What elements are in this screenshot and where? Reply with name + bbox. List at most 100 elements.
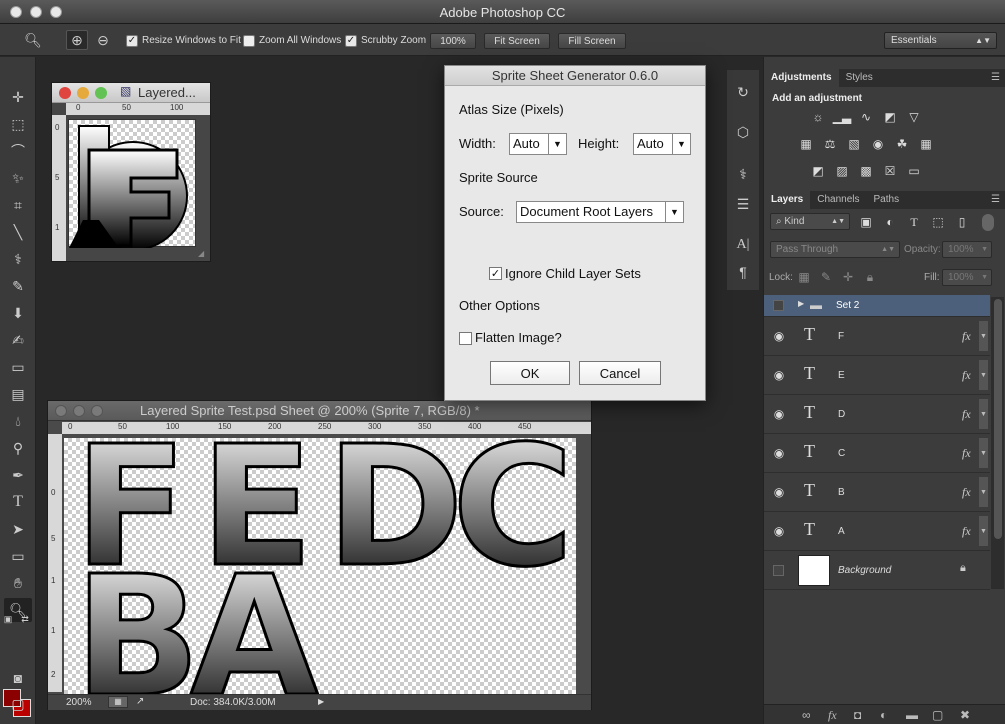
hand-tool-icon[interactable]: ✋︎ [4, 571, 32, 595]
posterize-icon[interactable]: ▨ [834, 164, 850, 178]
marquee-tool-icon[interactable]: ⬚ [4, 112, 32, 136]
layer-row[interactable]: ◉ T E fx ▼ [764, 356, 990, 395]
move-tool-icon[interactable]: ✛ [4, 85, 32, 109]
lock-all-icon[interactable]: 🔒︎ [862, 270, 878, 284]
add-mask-icon[interactable]: ◘ [854, 708, 861, 722]
resize-grip-icon[interactable]: ◢ [198, 249, 208, 259]
layer-effects-icon[interactable]: fx [962, 368, 971, 383]
flatten-image-checkbox[interactable] [459, 332, 472, 345]
history-panel-icon[interactable]: ↻ [731, 80, 755, 104]
selective-color-icon[interactable]: ☒ [882, 164, 898, 178]
link-layers-icon[interactable]: ∞ [802, 708, 811, 722]
new-adjustment-layer-icon[interactable]: ◐ [880, 708, 887, 722]
resize-windows-option[interactable]: ✓ Resize Windows to Fit [126, 32, 241, 49]
filter-smart-object-icon[interactable]: ▯ [954, 215, 970, 229]
background-layer-row[interactable]: Background 🔒︎ [764, 551, 990, 590]
share-icon[interactable]: ↗ [136, 696, 144, 707]
eye-icon[interactable]: ◉ [771, 446, 787, 460]
fit-screen-button[interactable]: Fit Screen [484, 33, 550, 49]
layer-effects-icon[interactable]: fx [962, 485, 971, 500]
cancel-button[interactable]: Cancel [579, 361, 661, 385]
tab-paths[interactable]: Paths [867, 191, 907, 209]
levels-icon[interactable]: ▁▃ [833, 110, 851, 124]
swap-colors-icon[interactable]: ⇄ [18, 613, 32, 625]
eye-icon[interactable]: ◉ [771, 368, 787, 382]
zoom-100-button[interactable]: 100% [430, 33, 476, 49]
default-colors-icon[interactable]: ▣ [2, 613, 14, 625]
small-doc-zoom-button[interactable] [95, 87, 107, 99]
color-lookup-icon[interactable]: ▦ [918, 137, 934, 151]
add-layer-style-icon[interactable]: fx [828, 708, 837, 723]
blend-mode-select[interactable]: Pass Through ▲▼ [770, 241, 900, 258]
source-select[interactable]: Document Root Layers ▼ [516, 201, 684, 223]
delete-layer-icon[interactable]: ✖ [960, 708, 970, 722]
filter-pixel-icon[interactable]: ▣ [858, 215, 874, 229]
healing-brush-tool-icon[interactable]: ⚕︎ [4, 247, 32, 271]
layers-scrollbar-thumb[interactable] [994, 299, 1002, 539]
exposure-icon[interactable]: ◩ [882, 110, 898, 124]
chevron-down-icon[interactable]: ▼ [979, 360, 988, 390]
tool-presets-icon[interactable]: ☰ [731, 192, 755, 216]
eye-icon[interactable]: ◉ [771, 407, 787, 421]
layer-effects-icon[interactable]: fx [962, 446, 971, 461]
brush-tool-icon[interactable]: ✎ [4, 274, 32, 298]
tab-adjustments[interactable]: Adjustments [764, 69, 839, 87]
small-doc-close-button[interactable] [59, 87, 71, 99]
layer-effects-icon[interactable]: fx [962, 407, 971, 422]
filter-adjustment-icon[interactable]: ◐ [882, 215, 898, 229]
type-tool-icon[interactable]: T [4, 490, 32, 514]
screen-mode-icon[interactable]: ▢ [4, 692, 32, 716]
photo-filter-icon[interactable]: ◉ [870, 137, 886, 151]
layer-effects-icon[interactable]: fx [962, 329, 971, 344]
crop-tool-icon[interactable]: ⌗ [4, 193, 32, 217]
chevron-down-icon[interactable]: ▼ [979, 399, 988, 429]
filter-toggle[interactable] [982, 214, 994, 231]
tab-channels[interactable]: Channels [810, 191, 866, 209]
eye-icon[interactable]: ◉ [771, 329, 787, 343]
new-layer-icon[interactable]: ▢ [932, 708, 943, 722]
pen-tool-icon[interactable]: ✒︎ [4, 463, 32, 487]
zoom-level[interactable]: 200% [66, 697, 92, 708]
black-white-icon[interactable]: ▧ [846, 137, 862, 151]
layer-effects-icon[interactable]: fx [962, 524, 971, 539]
lock-transparent-icon[interactable]: ▦ [796, 270, 812, 284]
main-doc-zoom-button[interactable] [91, 405, 103, 417]
width-select[interactable]: Auto ▼ [509, 133, 567, 155]
lasso-tool-icon[interactable]: ⌒ [4, 139, 32, 163]
filter-type-icon[interactable]: T [906, 215, 922, 229]
paragraph-panel-icon[interactable]: ¶ [731, 260, 755, 284]
small-doc-minimize-button[interactable] [77, 87, 89, 99]
main-doc-minimize-button[interactable] [73, 405, 85, 417]
visibility-toggle[interactable] [773, 300, 784, 311]
zoom-all-option[interactable]: Zoom All Windows [243, 32, 341, 49]
blur-tool-icon[interactable]: 💧︎ [4, 409, 32, 433]
chevron-down-icon[interactable]: ▼ [979, 516, 988, 546]
main-document-titlebar[interactable]: Layered Sprite Test.psd Sheet @ 200% (Sp… [48, 401, 591, 421]
sprite-sheet-canvas[interactable]: F E D C B A [64, 438, 576, 694]
visibility-toggle[interactable] [773, 565, 784, 576]
lock-image-icon[interactable]: ✎ [818, 270, 834, 284]
eraser-tool-icon[interactable]: ▭ [4, 355, 32, 379]
magic-wand-tool-icon[interactable]: ✨︎ [4, 166, 32, 190]
tab-styles[interactable]: Styles [839, 69, 880, 87]
fill-screen-button[interactable]: Fill Screen [558, 33, 626, 49]
history-brush-tool-icon[interactable]: ✍︎ [4, 328, 32, 352]
fill-field[interactable]: 100% ▼ [942, 269, 992, 286]
zoom-out-icon[interactable]: ⊖ [92, 30, 114, 50]
scrubby-zoom-option[interactable]: ✓ Scrubby Zoom [345, 32, 426, 49]
new-group-icon[interactable]: ▬ [906, 708, 918, 722]
opacity-field[interactable]: 100% ▼ [942, 241, 992, 258]
small-doc-canvas[interactable] [68, 119, 196, 251]
quick-mask-icon[interactable]: ◙ [4, 666, 32, 690]
layer-row[interactable]: ◉ T D fx ▼ [764, 395, 990, 434]
height-select[interactable]: Auto ▼ [633, 133, 691, 155]
layer-row[interactable]: ◉ T A fx ▼ [764, 512, 990, 551]
lock-position-icon[interactable]: ✛ [840, 270, 856, 284]
channel-mixer-icon[interactable]: ☘︎ [894, 137, 910, 151]
zoom-in-icon[interactable]: ⊕ [66, 30, 88, 50]
ignore-child-checkbox[interactable]: ✓ [489, 267, 502, 280]
layer-row[interactable]: ◉ T C fx ▼ [764, 434, 990, 473]
gradient-map-icon[interactable]: ▭ [906, 164, 922, 178]
threshold-icon[interactable]: ▩ [858, 164, 874, 178]
timing-icon[interactable]: ▦ [108, 696, 128, 708]
